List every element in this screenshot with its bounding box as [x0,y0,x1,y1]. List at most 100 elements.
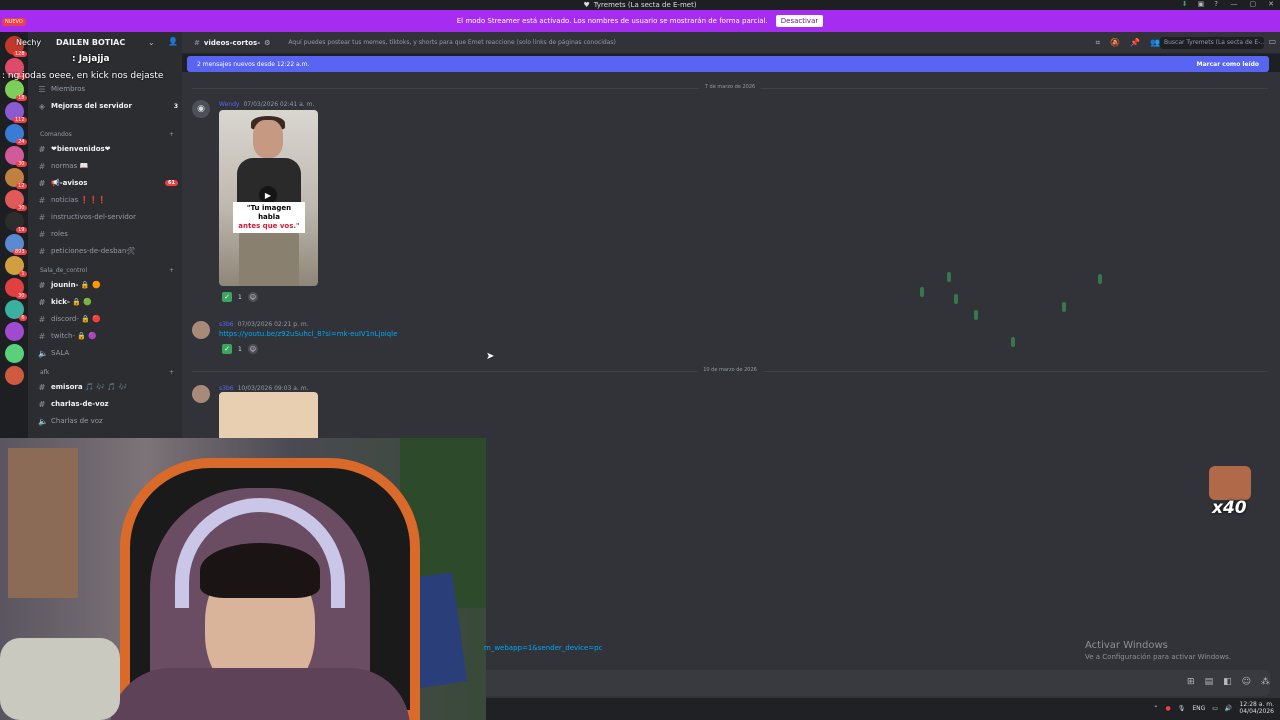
network-icon[interactable]: ▭ [1212,705,1218,712]
server-icon[interactable]: 1 [4,256,27,277]
maximize-icon[interactable]: ▢ [1250,0,1257,8]
server-icon[interactable]: 6 [4,300,27,321]
emoji-icon[interactable]: ☺ [1242,677,1251,687]
sidebar-channel[interactable]: # normas 📖 [38,159,178,173]
server-icon[interactable]: 30 [4,190,27,211]
add-reaction-icon[interactable]: ☺ [247,292,258,302]
mute-icon[interactable]: 🔕 [1110,38,1120,48]
server-icon[interactable]: 30 [4,278,27,299]
gif-icon[interactable]: ▤ [1205,677,1214,687]
server-icon[interactable]: 893 [4,234,27,255]
author-name[interactable]: s3b6 [219,385,234,392]
clock[interactable]: 12:28 a. m. 04/04/2026 [1239,701,1274,715]
help-icon[interactable]: ? [1214,0,1218,8]
pin-icon[interactable]: 📌 [1130,38,1140,48]
volume-icon[interactable]: 🔊 [1225,705,1232,712]
sidebar-channel[interactable]: # discord- 🔒 🔴 [38,312,178,326]
server-icon[interactable]: 18 [4,80,27,101]
avatar[interactable]: ◉ [192,100,210,118]
server-icon[interactable]: 12 [4,168,27,189]
sidebar-channel[interactable]: # instructivos-del-servidor [38,210,178,224]
discord-logo-icon: ♥ [583,1,590,9]
minimize-icon[interactable]: — [1231,0,1238,8]
server-badge: 30 [16,205,27,211]
sparkle-effect [1011,337,1015,347]
webcam-shelf [8,448,78,598]
sidebar-channel[interactable]: # kick- 🔒 🟢 [38,295,178,309]
video-embed[interactable]: ▶ "Tu imagen habla antes que vos." [219,110,318,286]
update-icon[interactable]: ⬇ [1182,0,1188,8]
chevron-up-icon[interactable]: ⌃ [1153,705,1158,712]
add-channel-icon[interactable]: + [169,369,174,376]
sidebar-channel[interactable]: # 📢-avisos 61 [38,176,178,190]
author-name[interactable]: s3b6 [219,321,234,328]
inbox-icon[interactable]: ▭ [1268,37,1276,46]
server-icon[interactable]: 128 [4,36,27,57]
avatar[interactable] [192,321,210,339]
image-attachment[interactable] [219,392,318,438]
sidebar-channel[interactable]: 🔈 SALA [38,346,178,360]
gift-icon[interactable]: ⊞ [1187,677,1195,687]
category-label: Comandos [40,131,72,138]
sidebar-item-label: Miembros [51,85,86,93]
category-1[interactable]: Sala_de_control + [40,267,174,274]
add-channel-icon[interactable]: + [169,131,174,138]
windows-taskbar: ⌃ ● 🎙 ENG ▭ 🔊 12:28 a. m. 04/04/2026 [486,698,1280,720]
server-badge: 12 [16,183,27,189]
sidebar-channel[interactable]: # jounin- 🔒 🟠 [38,278,178,292]
channel-topic[interactable]: Aquí puedes postear tus memes, tiktoks, … [288,39,615,46]
server-icon[interactable] [4,322,24,341]
add-reaction-icon[interactable]: ☺ [247,344,258,354]
message-link[interactable]: https://youtu.be/z92uSuhcl_8?si=mk-euIV1… [219,330,397,338]
sticker-icon[interactable]: ◧ [1223,677,1232,687]
recording-icon[interactable]: ● [1165,705,1170,712]
sidebar-item-label: Mejoras del servidor [51,102,132,110]
sidebar-channel[interactable]: # noticias ❗❗❗ [38,193,178,207]
url-fragment[interactable]: m_webapp=1&sender_device=pc [484,644,602,652]
search-input[interactable]: Buscar Tyremets (La secta de E-... [1160,37,1264,49]
add-friend-icon[interactable]: 👤 [168,37,178,46]
deactivate-streamer-button[interactable]: Desactivar [775,15,824,27]
server-icon[interactable]: 30 [4,146,27,167]
check-reaction-icon[interactable]: ✓ [222,292,232,302]
category-0[interactable]: Comandos + [40,131,174,138]
mic-icon[interactable]: 🎙 [1178,705,1186,712]
language-indicator[interactable]: ENG [1192,705,1205,712]
sidebar-channel[interactable]: # peticiones-de-desban🛠 [38,244,178,258]
add-channel-icon[interactable]: + [169,267,174,274]
inbox-icon[interactable]: ▣ [1198,0,1205,8]
sidebar-channel[interactable]: # twitch- 🔒 🟣 [38,329,178,343]
sidebar-channel[interactable]: # ❤bienvenidos❤ [38,142,178,156]
sidebar-channel[interactable]: 🔈 Charlas de voz [38,414,178,428]
server-icon[interactable] [4,344,24,363]
server-icon[interactable]: 12 [4,58,27,79]
sidebar-channel[interactable]: # charlas-de-voz [38,397,178,411]
server-icon[interactable]: 112 [4,102,27,123]
check-reaction-icon[interactable]: ✓ [222,344,232,354]
threads-icon[interactable]: ⌗ [1096,38,1101,48]
apps-icon[interactable]: ⁂ [1261,677,1270,687]
discord-window: ♥ Tyremets (La secta de E-met) ⬇ ▣ ? — ▢… [0,0,1280,720]
server-icon[interactable]: 19 [4,212,27,233]
server-icon[interactable]: 24 [4,124,27,145]
close-icon[interactable]: ✕ [1268,0,1274,8]
sidebar-item-boosts[interactable]: ◈ Mejoras del servidor 3 [38,99,178,113]
members-list-icon[interactable]: 👥 [1150,38,1160,48]
new-messages-bar[interactable]: 2 mensajes nuevos desde 12:22 a.m. Marca… [187,56,1269,72]
server-icon[interactable] [4,366,24,385]
settings-icon[interactable]: ⚙ [264,39,270,47]
mark-as-read-button[interactable]: Marcar como leído [1197,61,1259,68]
channel-label: normas 📖 [51,162,89,170]
hash-icon: # [38,297,46,307]
avatar[interactable] [192,385,210,403]
sidebar-channel[interactable]: # emisora 🎵 🎶 🎵 🎶 [38,380,178,394]
server-name[interactable]: DAILEN BOTIAC [56,38,125,47]
channel-label: peticiones-de-desban🛠 [51,247,136,255]
chevron-down-icon[interactable]: ⌄ [148,38,155,47]
sidebar-item-members[interactable]: ☰ Miembros [38,82,178,96]
sidebar-channel[interactable]: # roles [38,227,178,241]
activate-windows-subtitle: Ve a Configuración para activar Windows. [1085,653,1232,661]
message-input[interactable] [486,670,1270,696]
category-2[interactable]: afk + [40,369,174,376]
author-name[interactable]: Wendy [219,101,239,108]
